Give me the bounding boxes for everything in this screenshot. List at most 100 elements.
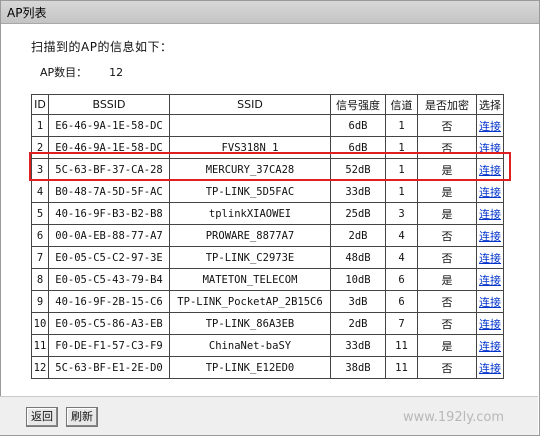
cell-ssid: TP-LINK_5D5FAC (169, 180, 331, 203)
cell-id: 6 (31, 224, 49, 247)
cell-encrypted: 是 (417, 202, 477, 225)
table-row: 11 F0-DE-F1-57-C3-F9 ChinaNet-baSY 33dB 11 是连… (31, 334, 504, 357)
cell-encrypted: 是 (417, 180, 477, 203)
table-row: 6 00-0A-EB-88-77-A7 PROWARE_8877A7 2dB 4 否连接 (31, 224, 504, 247)
connect-link[interactable]: 连接 (479, 120, 501, 133)
cell-select: 连接 (476, 180, 504, 203)
connect-link[interactable]: 连接 (479, 362, 501, 375)
table-row: 4 B0-48-7A-5D-5F-AC TP-LINK_5D5FAC 33dB 1 是连接 (31, 180, 504, 203)
cell-signal: 48dB (330, 246, 386, 269)
cell-signal: 6dB (330, 136, 386, 159)
refresh-button[interactable]: 刷新 (66, 407, 98, 427)
cell-id: 4 (31, 180, 49, 203)
table-header-row: ID BSSID SSID 信号强度 信道 是否加密 选择 (31, 94, 504, 115)
table-row: 9 40-16-9F-2B-15-C6 TP-LINK_PocketAP_2B15C… (31, 290, 504, 313)
cell-bssid: 40-16-9F-B3-B2-B8 (48, 202, 170, 225)
cell-encrypted: 否 (417, 312, 477, 335)
back-button[interactable]: 返回 (26, 407, 58, 427)
cell-channel: 4 (385, 246, 418, 269)
cell-id: 12 (31, 356, 49, 379)
connect-link[interactable]: 连接 (479, 186, 501, 199)
window-title: AP列表 (7, 6, 47, 20)
cell-ssid: tplinkXIAOWEI (169, 202, 331, 225)
cell-select: 连接 (476, 224, 504, 247)
table-row: 10 E0-05-C5-86-A3-EB TP-LINK_86A3EB 2dB 7 否连接 (31, 312, 504, 335)
scan-heading: 扫描到的AP的信息如下： (31, 40, 173, 54)
cell-bssid: E0-05-C5-43-79-B4 (48, 268, 170, 291)
cell-ssid: TP-LINK_C2973E (169, 246, 331, 269)
cell-bssid: E0-05-C5-86-A3-EB (48, 312, 170, 335)
connect-link[interactable]: 连接 (479, 340, 501, 353)
cell-id: 7 (31, 246, 49, 269)
connect-link[interactable]: 连接 (479, 208, 501, 221)
cell-signal: 2dB (330, 224, 386, 247)
cell-channel: 6 (385, 268, 418, 291)
cell-encrypted: 是 (417, 268, 477, 291)
cell-channel: 11 (385, 334, 418, 357)
watermark: www.192ly.com (403, 410, 504, 425)
cell-bssid: F0-DE-F1-57-C3-F9 (48, 334, 170, 357)
ap-count-label: AP数目： (40, 66, 88, 79)
cell-select: 连接 (476, 136, 504, 159)
cell-ssid: TP-LINK_86A3EB (169, 312, 331, 335)
col-header-id: ID (31, 94, 49, 115)
cell-select: 连接 (476, 356, 504, 379)
cell-ssid: FVS318N_1 (169, 136, 331, 159)
connect-link[interactable]: 连接 (479, 142, 501, 155)
table-row: 1 E6-46-9A-1E-58-DC 6dB 1 否连接 (31, 114, 504, 137)
cell-ssid: PROWARE_8877A7 (169, 224, 331, 247)
cell-bssid: E6-46-9A-1E-58-DC (48, 114, 170, 137)
cell-signal: 10dB (330, 268, 386, 291)
table-row: 3 5C-63-BF-37-CA-28 MERCURY_37CA28 52dB 1 是连接 (31, 158, 504, 181)
table-row: 5 40-16-9F-B3-B2-B8 tplinkXIAOWEI 25dB 3 是连接 (31, 202, 504, 225)
cell-encrypted: 是 (417, 334, 477, 357)
cell-select: 连接 (476, 158, 504, 181)
cell-id: 3 (31, 158, 49, 181)
cell-channel: 1 (385, 158, 418, 181)
cell-ssid: MERCURY_37CA28 (169, 158, 331, 181)
cell-signal: 38dB (330, 356, 386, 379)
cell-channel: 11 (385, 356, 418, 379)
cell-encrypted: 否 (417, 356, 477, 379)
connect-link[interactable]: 连接 (479, 252, 501, 265)
connect-link[interactable]: 连接 (479, 318, 501, 331)
cell-ssid (169, 114, 331, 137)
cell-encrypted: 否 (417, 246, 477, 269)
cell-id: 9 (31, 290, 49, 313)
cell-select: 连接 (476, 312, 504, 335)
cell-select: 连接 (476, 202, 504, 225)
cell-select: 连接 (476, 246, 504, 269)
cell-bssid: B0-48-7A-5D-5F-AC (48, 180, 170, 203)
connect-link[interactable]: 连接 (479, 164, 501, 177)
cell-id: 5 (31, 202, 49, 225)
cell-encrypted: 是 (417, 158, 477, 181)
cell-signal: 52dB (330, 158, 386, 181)
cell-channel: 6 (385, 290, 418, 313)
connect-link[interactable]: 连接 (479, 274, 501, 287)
cell-id: 1 (31, 114, 49, 137)
cell-encrypted: 否 (417, 290, 477, 313)
cell-id: 10 (31, 312, 49, 335)
col-header-channel: 信道 (385, 94, 418, 115)
cell-id: 2 (31, 136, 49, 159)
cell-channel: 7 (385, 312, 418, 335)
cell-encrypted: 否 (417, 114, 477, 137)
cell-signal: 2dB (330, 312, 386, 335)
col-header-signal: 信号强度 (330, 94, 386, 115)
cell-bssid: E0-05-C5-C2-97-3E (48, 246, 170, 269)
cell-channel: 1 (385, 180, 418, 203)
connect-link[interactable]: 连接 (479, 230, 501, 243)
cell-channel: 1 (385, 136, 418, 159)
cell-signal: 3dB (330, 290, 386, 313)
connect-link[interactable]: 连接 (479, 296, 501, 309)
cell-bssid: 40-16-9F-2B-15-C6 (48, 290, 170, 313)
table-row: 12 5C-63-BF-E1-2E-D0 TP-LINK_E12ED0 38dB 11 否… (31, 356, 504, 379)
cell-encrypted: 否 (417, 136, 477, 159)
table-row: 8 E0-05-C5-43-79-B4 MATETON_TELECOM 10dB 6 是连… (31, 268, 504, 291)
col-header-ssid: SSID (169, 94, 331, 115)
cell-id: 8 (31, 268, 49, 291)
ap-table: ID BSSID SSID 信号强度 信道 是否加密 选择 1 E6-46-9A-… (31, 94, 504, 379)
col-header-bssid: BSSID (48, 94, 170, 115)
cell-signal: 33dB (330, 180, 386, 203)
title-bar: AP列表 (1, 1, 539, 24)
